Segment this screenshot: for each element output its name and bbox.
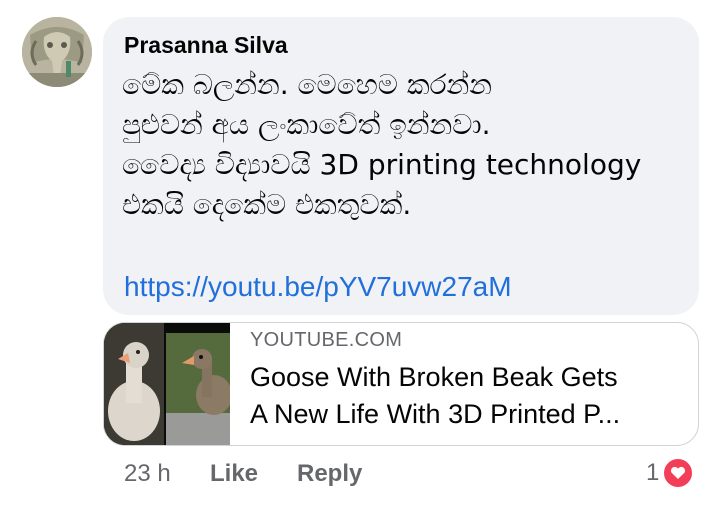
message-line: මේක බලන්න. මෙහෙම කරන්න (122, 68, 492, 101)
comment-author[interactable]: Prasanna Silva (124, 32, 288, 59)
comment-message: මේක බලන්න. මෙහෙම කරන්න පුළුවන් අය ලංකාවේ… (122, 65, 692, 225)
reply-button[interactable]: Reply (297, 460, 362, 488)
preview-title: Goose With Broken Beak Gets A New Life W… (250, 359, 690, 433)
like-button[interactable]: Like (210, 460, 258, 488)
preview-thumbnail (104, 323, 232, 445)
message-line: එකයි දෙකේම එකතුවක්. (122, 188, 412, 221)
preview-domain: YOUTUBE.COM (250, 329, 403, 351)
reaction-count: 1 (646, 459, 660, 486)
comment-link[interactable]: https://youtu.be/pYV7uvw27aM (124, 271, 512, 303)
comment-timestamp[interactable]: 23 h (124, 460, 171, 488)
comment-bubble: Prasanna Silva මේක බලන්න. මෙහෙම කරන්න පු… (103, 17, 699, 315)
reaction-summary[interactable]: 1 (646, 457, 695, 489)
message-line: වෛද්‍ය විද්‍යාවයි 3D printing technology (122, 148, 642, 181)
link-preview-card[interactable]: YOUTUBE.COM Goose With Broken Beak Gets … (103, 322, 699, 446)
preview-title-line: Goose With Broken Beak Gets (250, 362, 618, 392)
heart-icon (662, 457, 695, 489)
message-line: පුළුවන් අය ලංකාවේත් ඉන්නවා. (122, 108, 491, 141)
preview-title-line: A New Life With 3D Printed P... (250, 399, 621, 429)
avatar[interactable] (22, 17, 92, 87)
